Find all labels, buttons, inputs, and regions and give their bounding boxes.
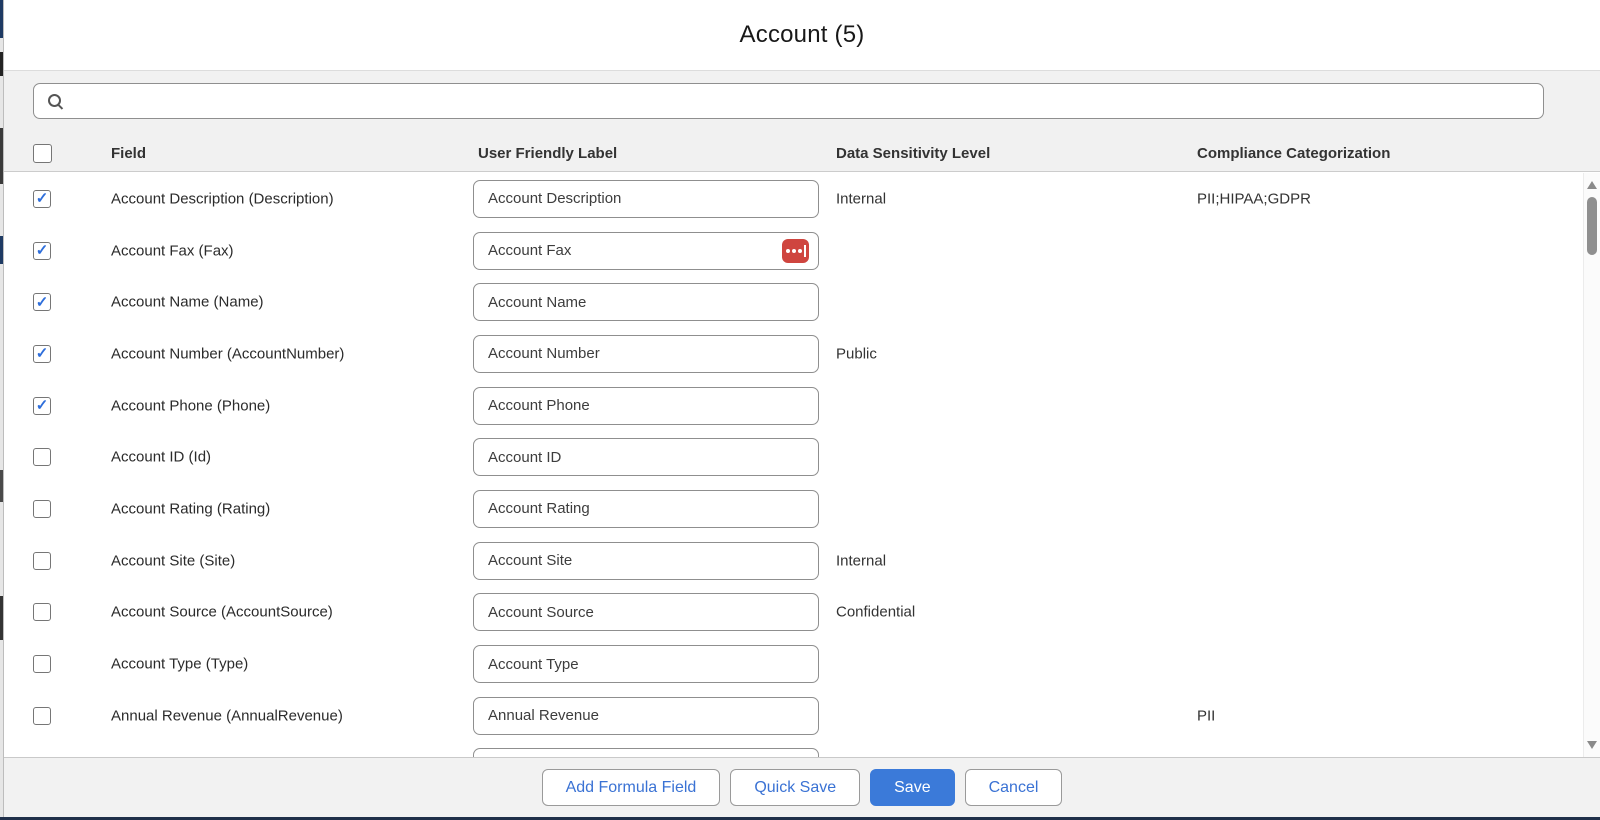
field-name: Account Source (AccountSource) bbox=[111, 604, 333, 621]
user-friendly-label-input[interactable] bbox=[473, 490, 819, 528]
search-input[interactable] bbox=[64, 84, 1531, 118]
search-icon bbox=[46, 92, 64, 110]
field-name: Account Description (Description) bbox=[111, 190, 334, 207]
label-input-wrap bbox=[473, 645, 819, 683]
select-all-checkbox[interactable] bbox=[33, 144, 52, 163]
row-checkbox[interactable] bbox=[33, 603, 51, 621]
field-name: Account Name (Name) bbox=[111, 294, 264, 311]
vertical-scrollbar[interactable] bbox=[1583, 173, 1600, 757]
user-friendly-label-input[interactable] bbox=[473, 697, 819, 735]
field-name: Account Type (Type) bbox=[111, 656, 248, 673]
label-input-wrap bbox=[473, 490, 819, 528]
label-input-wrap bbox=[473, 387, 819, 425]
user-friendly-label-input[interactable] bbox=[473, 283, 819, 321]
table-row: Account Number (AccountNumber) Public bbox=[4, 328, 1600, 380]
table-row: Account Name (Name) bbox=[4, 276, 1600, 328]
table-row: Account Rating (Rating) bbox=[4, 483, 1600, 535]
user-friendly-label-input[interactable] bbox=[473, 542, 819, 580]
save-button[interactable]: Save bbox=[870, 769, 954, 806]
red-autofill-icon[interactable] bbox=[782, 239, 809, 263]
row-checkbox[interactable] bbox=[33, 190, 51, 208]
row-checkbox[interactable] bbox=[33, 345, 51, 363]
scrollbar-up-arrow-icon[interactable] bbox=[1587, 181, 1597, 189]
table-row: Annual Revenue (AnnualRevenue) PII bbox=[4, 690, 1600, 742]
field-name: Annual Revenue (AnnualRevenue) bbox=[111, 707, 343, 724]
user-friendly-label-input[interactable] bbox=[473, 180, 819, 218]
row-checkbox[interactable] bbox=[33, 552, 51, 570]
dialog-titlebar: Account (5) bbox=[4, 0, 1600, 70]
row-checkbox[interactable] bbox=[33, 397, 51, 415]
table-row: Account Source (AccountSource) Confidenti… bbox=[4, 587, 1600, 639]
table-body: Account Description (Description) Interna… bbox=[4, 173, 1600, 757]
column-header-sensitivity: Data Sensitivity Level bbox=[836, 145, 990, 162]
add-formula-field-button[interactable]: Add Formula Field bbox=[542, 769, 721, 806]
field-name: Account Site (Site) bbox=[111, 552, 235, 569]
field-name: Account ID (Id) bbox=[111, 449, 211, 466]
user-friendly-label-input[interactable] bbox=[473, 335, 819, 373]
table-header-band: Field User Friendly Label Data Sensitivi… bbox=[4, 70, 1600, 172]
user-friendly-label-input[interactable] bbox=[473, 645, 819, 683]
field-name: Account Phone (Phone) bbox=[111, 397, 270, 414]
row-checkbox[interactable] bbox=[33, 242, 51, 260]
data-sensitivity-value: Internal bbox=[836, 552, 886, 569]
table-row: Account Fax (Fax) bbox=[4, 225, 1600, 277]
table-row: Account ID (Id) bbox=[4, 431, 1600, 483]
label-input-wrap bbox=[473, 232, 819, 270]
data-sensitivity-value: Public bbox=[836, 345, 877, 362]
dialog-footer: Add Formula Field Quick Save Save Cancel bbox=[4, 757, 1600, 817]
user-friendly-label-input[interactable] bbox=[473, 748, 819, 757]
label-input-wrap bbox=[473, 542, 819, 580]
compliance-value: PII;HIPAA;GDPR bbox=[1197, 190, 1311, 207]
user-friendly-label-input[interactable] bbox=[473, 232, 819, 270]
row-checkbox[interactable] bbox=[33, 448, 51, 466]
table-row: Account Site (Site) Internal bbox=[4, 535, 1600, 587]
label-input-wrap bbox=[473, 283, 819, 321]
table-row: Account Phone (Phone) bbox=[4, 380, 1600, 432]
label-input-wrap bbox=[473, 697, 819, 735]
column-header-label: User Friendly Label bbox=[478, 145, 617, 162]
table-row bbox=[4, 742, 1600, 757]
field-name: Account Rating (Rating) bbox=[111, 500, 270, 517]
user-friendly-label-input[interactable] bbox=[473, 593, 819, 631]
column-header-compliance: Compliance Categorization bbox=[1197, 145, 1390, 162]
cancel-button[interactable]: Cancel bbox=[965, 769, 1063, 806]
label-input-wrap bbox=[473, 593, 819, 631]
search-box[interactable] bbox=[33, 83, 1544, 119]
table-row: Account Description (Description) Interna… bbox=[4, 173, 1600, 225]
column-header-field: Field bbox=[111, 145, 146, 162]
scrollbar-thumb[interactable] bbox=[1587, 197, 1597, 255]
label-input-wrap bbox=[473, 180, 819, 218]
table-row: Account Type (Type) bbox=[4, 638, 1600, 690]
field-mapping-dialog: Account (5) Field User Friendly Label Da… bbox=[3, 0, 1600, 817]
scrollbar-down-arrow-icon[interactable] bbox=[1587, 741, 1597, 749]
field-name: Account Number (AccountNumber) bbox=[111, 345, 344, 362]
data-sensitivity-value: Confidential bbox=[836, 604, 915, 621]
label-input-wrap bbox=[473, 438, 819, 476]
user-friendly-label-input[interactable] bbox=[473, 387, 819, 425]
user-friendly-label-input[interactable] bbox=[473, 438, 819, 476]
row-checkbox[interactable] bbox=[33, 293, 51, 311]
data-sensitivity-value: Internal bbox=[836, 190, 886, 207]
page-title: Account (5) bbox=[740, 21, 865, 49]
label-input-wrap bbox=[473, 335, 819, 373]
row-checkbox[interactable] bbox=[33, 707, 51, 725]
label-input-wrap bbox=[473, 748, 819, 757]
compliance-value: PII bbox=[1197, 707, 1215, 724]
field-name: Account Fax (Fax) bbox=[111, 242, 234, 259]
row-checkbox[interactable] bbox=[33, 655, 51, 673]
quick-save-button[interactable]: Quick Save bbox=[730, 769, 860, 806]
row-checkbox[interactable] bbox=[33, 500, 51, 518]
